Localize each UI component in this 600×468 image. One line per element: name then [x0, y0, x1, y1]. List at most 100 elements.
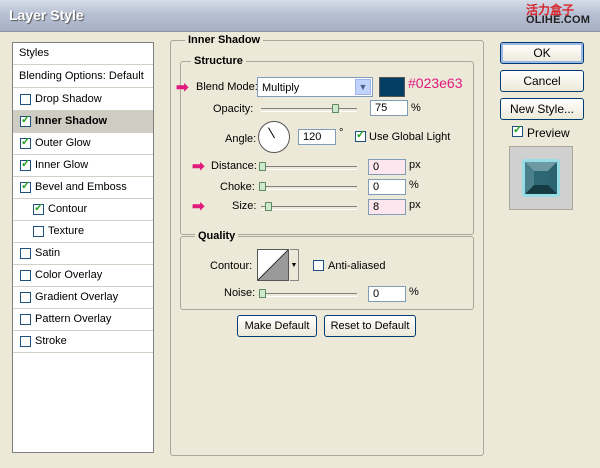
- satin-checkbox[interactable]: [20, 248, 31, 259]
- noise-input[interactable]: 0: [368, 286, 406, 302]
- pointer-arrow-icon: ➡: [176, 79, 189, 96]
- gradient-overlay-checkbox[interactable]: [20, 292, 31, 303]
- size-slider-thumb[interactable]: [265, 202, 272, 211]
- noise-label: Noise:: [224, 287, 256, 299]
- choke-unit: %: [409, 179, 419, 191]
- inner-glow-checkbox[interactable]: ✓: [20, 158, 31, 171]
- inner-shadow-title: Inner Shadow: [185, 34, 264, 46]
- preview-swatch-icon: [522, 159, 560, 197]
- chevron-down-icon: ▼: [290, 262, 298, 269]
- shadow-color-swatch[interactable]: [379, 77, 405, 97]
- style-preview: [509, 146, 573, 210]
- style-item-inner-glow[interactable]: ✓ Inner Glow: [13, 155, 153, 177]
- style-item-pattern-overlay[interactable]: Pattern Overlay: [13, 309, 153, 331]
- anti-aliased-checkbox[interactable]: [313, 260, 324, 271]
- style-item-label: Gradient Overlay: [35, 291, 119, 303]
- contour-picker[interactable]: [257, 249, 289, 281]
- noise-unit: %: [409, 286, 419, 298]
- distance-input[interactable]: 0: [368, 159, 406, 175]
- make-default-button[interactable]: Make Default: [237, 315, 317, 337]
- blending-options-item[interactable]: Blending Options: Default: [13, 66, 153, 88]
- stroke-checkbox[interactable]: [20, 336, 31, 347]
- style-item-bevel-emboss[interactable]: ✓ Bevel and Emboss: [13, 177, 153, 199]
- contour-curve-icon: [258, 250, 288, 280]
- styles-header[interactable]: Styles: [13, 43, 153, 65]
- checkmark-icon: ✓: [513, 124, 523, 136]
- style-item-label: Outer Glow: [35, 137, 91, 149]
- opacity-unit: %: [411, 102, 421, 114]
- checkmark-icon: ✓: [34, 202, 44, 214]
- style-item-satin[interactable]: Satin: [13, 243, 153, 265]
- checkmark-icon: ✓: [356, 129, 366, 141]
- structure-title: Structure: [191, 55, 246, 67]
- opacity-slider-thumb[interactable]: [332, 104, 339, 113]
- color-overlay-checkbox[interactable]: [20, 270, 31, 281]
- blend-mode-select[interactable]: Multiply ▼: [257, 77, 373, 97]
- contour-dropdown-arrow[interactable]: ▼: [290, 249, 299, 281]
- new-style-button[interactable]: New Style...: [500, 98, 584, 120]
- choke-input[interactable]: 0: [368, 179, 406, 195]
- style-item-label: Inner Glow: [35, 159, 89, 171]
- checkmark-icon: ✓: [21, 180, 31, 192]
- inner-shadow-checkbox[interactable]: ✓: [20, 114, 31, 127]
- distance-slider-thumb[interactable]: [259, 162, 266, 171]
- size-input[interactable]: 8: [368, 199, 406, 215]
- reset-to-default-button[interactable]: Reset to Default: [324, 315, 416, 337]
- style-item-label: Texture: [48, 225, 85, 237]
- preview-label: Preview: [527, 126, 570, 140]
- watermark-logo-en: OLIHE.COM: [526, 14, 591, 26]
- texture-checkbox[interactable]: [33, 226, 44, 237]
- opacity-slider-track[interactable]: [261, 108, 357, 112]
- noise-value: 0: [373, 288, 380, 300]
- opacity-label: Opacity:: [213, 103, 254, 115]
- blend-mode-label: Blend Mode:: [196, 81, 258, 93]
- checkmark-icon: ✓: [21, 158, 31, 170]
- pointer-arrow-icon: ➡: [192, 198, 205, 215]
- bevel-emboss-checkbox[interactable]: ✓: [20, 180, 31, 193]
- style-item-texture[interactable]: Texture: [13, 221, 153, 243]
- style-item-label: Inner Shadow: [35, 115, 108, 127]
- choke-label: Choke:: [220, 181, 255, 193]
- dialog-title: Layer Style: [9, 7, 84, 23]
- pattern-overlay-checkbox[interactable]: [20, 314, 31, 325]
- angle-label: Angle:: [225, 133, 257, 145]
- drop-shadow-checkbox[interactable]: [20, 94, 31, 105]
- noise-slider-thumb[interactable]: [259, 289, 266, 298]
- style-item-label: Stroke: [35, 335, 67, 347]
- choke-slider-thumb[interactable]: [259, 182, 266, 191]
- style-item-stroke[interactable]: Stroke: [13, 331, 153, 353]
- outer-glow-checkbox[interactable]: ✓: [20, 136, 31, 149]
- title-bar: Layer Style 活力盒子 OLIHE.COM: [0, 0, 600, 32]
- style-item-contour[interactable]: ✓ Contour: [13, 199, 153, 221]
- style-item-label: Pattern Overlay: [35, 313, 112, 325]
- cancel-button[interactable]: Cancel: [500, 70, 584, 92]
- size-value: 8: [373, 201, 380, 213]
- pointer-arrow-icon: ➡: [192, 158, 205, 175]
- contour-checkbox[interactable]: ✓: [33, 202, 44, 215]
- noise-slider-track[interactable]: [261, 293, 357, 297]
- angle-value: 120: [303, 131, 322, 143]
- style-item-label: Contour: [48, 203, 88, 215]
- size-slider-track[interactable]: [261, 206, 357, 210]
- use-global-light-checkbox[interactable]: ✓: [355, 129, 366, 142]
- angle-dial[interactable]: [258, 121, 290, 153]
- angle-input[interactable]: 120: [298, 129, 336, 145]
- style-item-drop-shadow[interactable]: Drop Shadow: [13, 89, 153, 111]
- choke-slider-track[interactable]: [261, 186, 357, 190]
- opacity-input[interactable]: 75: [370, 100, 408, 116]
- style-item-inner-shadow[interactable]: ✓ Inner Shadow: [13, 111, 153, 133]
- angle-unit: °: [339, 127, 344, 139]
- preview-checkbox[interactable]: ✓: [512, 124, 523, 137]
- style-item-color-overlay[interactable]: Color Overlay: [13, 265, 153, 287]
- distance-slider-track[interactable]: [261, 166, 357, 170]
- inner-shadow-panel: Inner Shadow Structure ➡ Blend Mode: Mul…: [170, 34, 484, 456]
- choke-value: 0: [373, 181, 380, 193]
- style-item-gradient-overlay[interactable]: Gradient Overlay: [13, 287, 153, 309]
- use-global-light-label: Use Global Light: [369, 131, 451, 143]
- style-item-outer-glow[interactable]: ✓ Outer Glow: [13, 133, 153, 155]
- checkmark-icon: ✓: [21, 114, 31, 126]
- distance-value: 0: [373, 161, 380, 173]
- ok-button[interactable]: OK: [500, 42, 584, 64]
- styles-header-label: Styles: [19, 47, 49, 59]
- anti-aliased-label: Anti-aliased: [328, 260, 386, 272]
